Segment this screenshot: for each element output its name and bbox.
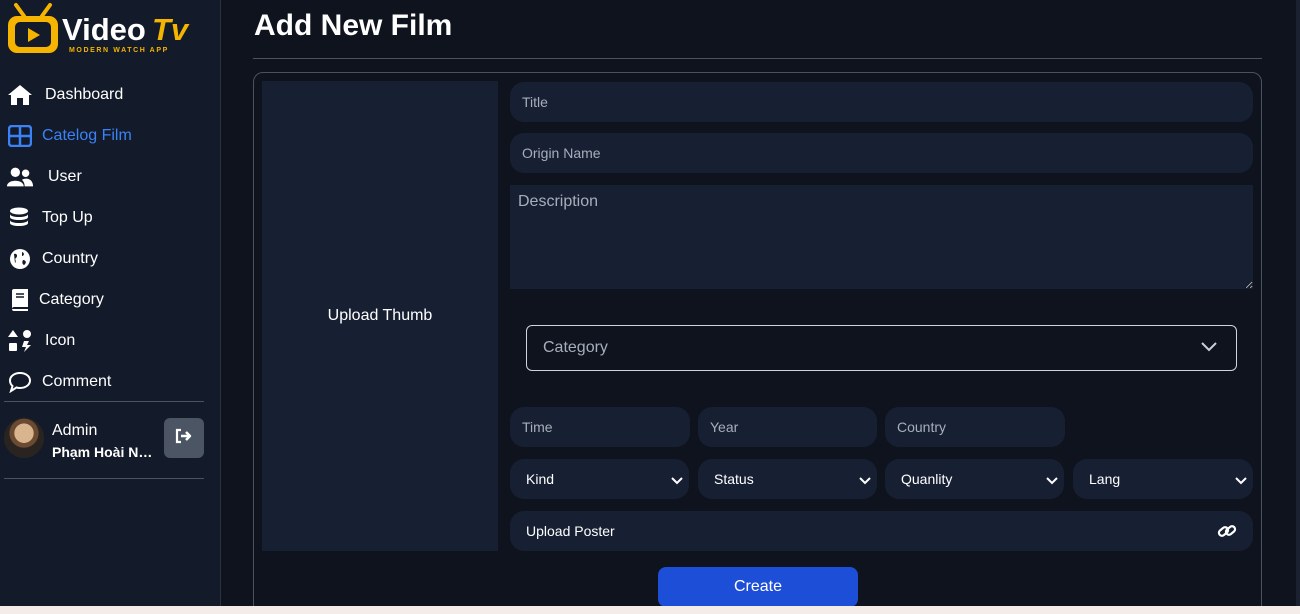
page-title: Add New Film [254,9,453,42]
users-icon [6,164,34,190]
sidebar-item-comment[interactable]: Comment [0,361,221,402]
upload-thumb-area[interactable]: Upload Thumb [262,81,498,551]
upload-poster-field[interactable]: Upload Poster [510,511,1253,551]
comment-icon [6,369,34,395]
book-icon [6,287,34,313]
chevron-down-icon [1200,340,1218,358]
chevron-down-icon [671,473,683,491]
upload-poster-label: Upload Poster [526,523,615,539]
sidebar-divider [4,478,204,479]
sidebar-item-dashboard[interactable]: Dashboard [0,74,221,115]
chevron-down-icon [1046,473,1058,491]
sidebar-item-label: Dashboard [45,85,124,103]
sidebar-item-label: User [48,167,82,185]
chevron-down-icon [859,473,871,491]
sidebar-item-label: Comment [42,372,112,390]
home-icon [6,82,34,108]
logout-button[interactable] [164,418,204,458]
sidebar-item-label: Top Up [42,208,93,226]
brand-name-part2: Tv [152,12,190,47]
bottom-bar [0,606,1300,614]
sidebar-item-category[interactable]: Category [0,279,221,320]
brand-logo[interactable]: Video Tv MODERN WATCH APP [6,2,206,56]
status-select[interactable]: Status [698,459,877,499]
quality-select[interactable]: Quanlity [885,459,1064,499]
sidebar: Video Tv MODERN WATCH APP Dashboard Cate… [0,0,221,614]
globe-icon [6,246,34,272]
sidebar-item-catelog-film[interactable]: Catelog Film [0,115,221,156]
sidebar-item-country[interactable]: Country [0,238,221,279]
kind-select[interactable]: Kind [510,459,689,499]
brand-tagline: MODERN WATCH APP [69,47,169,54]
coins-icon [6,205,34,231]
icons-icon [6,328,34,354]
logout-icon [175,428,193,449]
category-select[interactable]: Category [526,325,1237,371]
user-profile: Admin Phạm Hoài Na... [0,410,221,470]
user-name: Phạm Hoài Na... [52,444,156,460]
user-role: Admin [52,422,98,439]
lang-select[interactable]: Lang [1073,459,1253,499]
category-select-value: Category [543,339,608,356]
grid-icon [6,123,34,149]
sidebar-item-label: Country [42,249,99,267]
kind-select-value: Kind [526,471,555,487]
scrollbar[interactable] [1296,0,1300,614]
sidebar-item-label: Category [39,290,104,308]
sidebar-item-label: Catelog Film [42,126,132,144]
chevron-down-icon [1235,473,1247,491]
sidebar-divider [4,401,204,402]
upload-thumb-label: Upload Thumb [327,307,433,324]
sidebar-item-top-up[interactable]: Top Up [0,197,221,238]
year-input[interactable] [698,407,877,447]
quality-select-value: Quanlity [901,471,953,487]
sidebar-item-label: Icon [45,331,76,349]
sidebar-item-user[interactable]: User [0,156,221,197]
title-divider [253,58,1262,59]
description-textarea[interactable] [510,185,1253,289]
time-input[interactable] [510,407,690,447]
origin-name-input[interactable] [510,133,1253,173]
title-input[interactable] [510,82,1253,122]
sidebar-item-icon[interactable]: Icon [0,320,221,361]
lang-select-value: Lang [1089,471,1121,487]
status-select-value: Status [714,471,754,487]
avatar[interactable] [4,418,44,458]
link-icon[interactable] [1217,522,1237,545]
brand-name-part1: Video [62,12,146,47]
country-input[interactable] [885,407,1065,447]
create-button[interactable]: Create [658,567,858,607]
